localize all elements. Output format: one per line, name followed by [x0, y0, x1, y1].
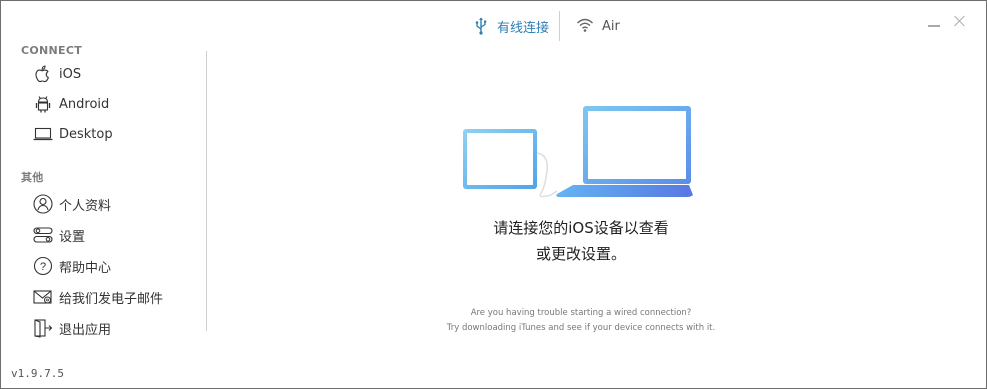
laptop-icon	[33, 124, 53, 144]
mail-icon	[33, 287, 53, 307]
tab-wired-connection[interactable]: 有线连接	[473, 15, 549, 37]
sidebar-item-desktop[interactable]: Desktop	[33, 122, 113, 146]
sidebar-item-profile[interactable]: 个人资料	[33, 192, 111, 216]
connect-prompt-line2: 或更改设置。	[535, 245, 626, 263]
sidebar-item-label: 退出应用	[59, 322, 112, 338]
sidebar-item-label: 个人资料	[59, 198, 112, 214]
hint-line1: Are you having trouble starting a wired …	[470, 308, 692, 318]
minimize-icon[interactable]	[928, 15, 940, 27]
sidebar: CONNECT iOS Android Desktop 其他 个人资料 设置 ?…	[1, 1, 207, 389]
version-label: v1.9.7.5	[11, 367, 64, 380]
sidebar-item-label: Android	[59, 96, 110, 112]
apple-icon	[33, 64, 53, 84]
android-icon	[33, 94, 53, 114]
help-icon: ?	[33, 256, 53, 276]
other-section-title: 其他	[21, 171, 44, 184]
window-controls	[928, 15, 966, 27]
close-icon[interactable]	[954, 15, 966, 27]
devices-illustration	[463, 105, 695, 205]
tab-air-label: Air	[602, 18, 620, 34]
user-icon	[33, 194, 53, 214]
sidebar-item-ios[interactable]: iOS	[33, 62, 81, 86]
tab-air[interactable]: Air	[576, 15, 620, 37]
hint-line2: Try downloading iTunes and see if your d…	[446, 323, 716, 333]
sidebar-item-exit[interactable]: 退出应用	[33, 316, 111, 340]
wifi-icon	[576, 17, 594, 35]
sidebar-item-label: Desktop	[59, 126, 113, 142]
sidebar-item-android[interactable]: Android	[33, 92, 109, 116]
usb-icon	[473, 17, 489, 35]
tab-wired-label: 有线连接	[497, 20, 550, 36]
sidebar-item-settings[interactable]: 设置	[33, 223, 85, 247]
svg-text:?: ?	[40, 261, 46, 273]
app-window: 有线连接 Air CONNECT iOS Android Desktop 其他 …	[0, 0, 987, 389]
exit-icon	[33, 318, 53, 338]
sidebar-item-label: 帮助中心	[59, 260, 112, 276]
toggle-icon	[33, 225, 53, 245]
connect-prompt-line1: 请连接您的iOS设备以查看	[493, 219, 669, 237]
troubleshoot-hint: Are you having trouble starting a wired …	[431, 306, 731, 336]
connection-tabs: 有线连接 Air	[473, 11, 620, 41]
sidebar-divider	[206, 51, 207, 331]
connect-prompt: 请连接您的iOS设备以查看 或更改设置。	[461, 215, 701, 267]
connect-section-title: CONNECT	[21, 44, 83, 57]
sidebar-item-help[interactable]: ? 帮助中心	[33, 254, 111, 278]
sidebar-item-label: 给我们发电子邮件	[59, 291, 164, 307]
sidebar-item-label: 设置	[59, 229, 86, 245]
tab-separator	[559, 11, 561, 41]
sidebar-item-email[interactable]: 给我们发电子邮件	[33, 285, 163, 309]
sidebar-item-label: iOS	[59, 66, 82, 82]
